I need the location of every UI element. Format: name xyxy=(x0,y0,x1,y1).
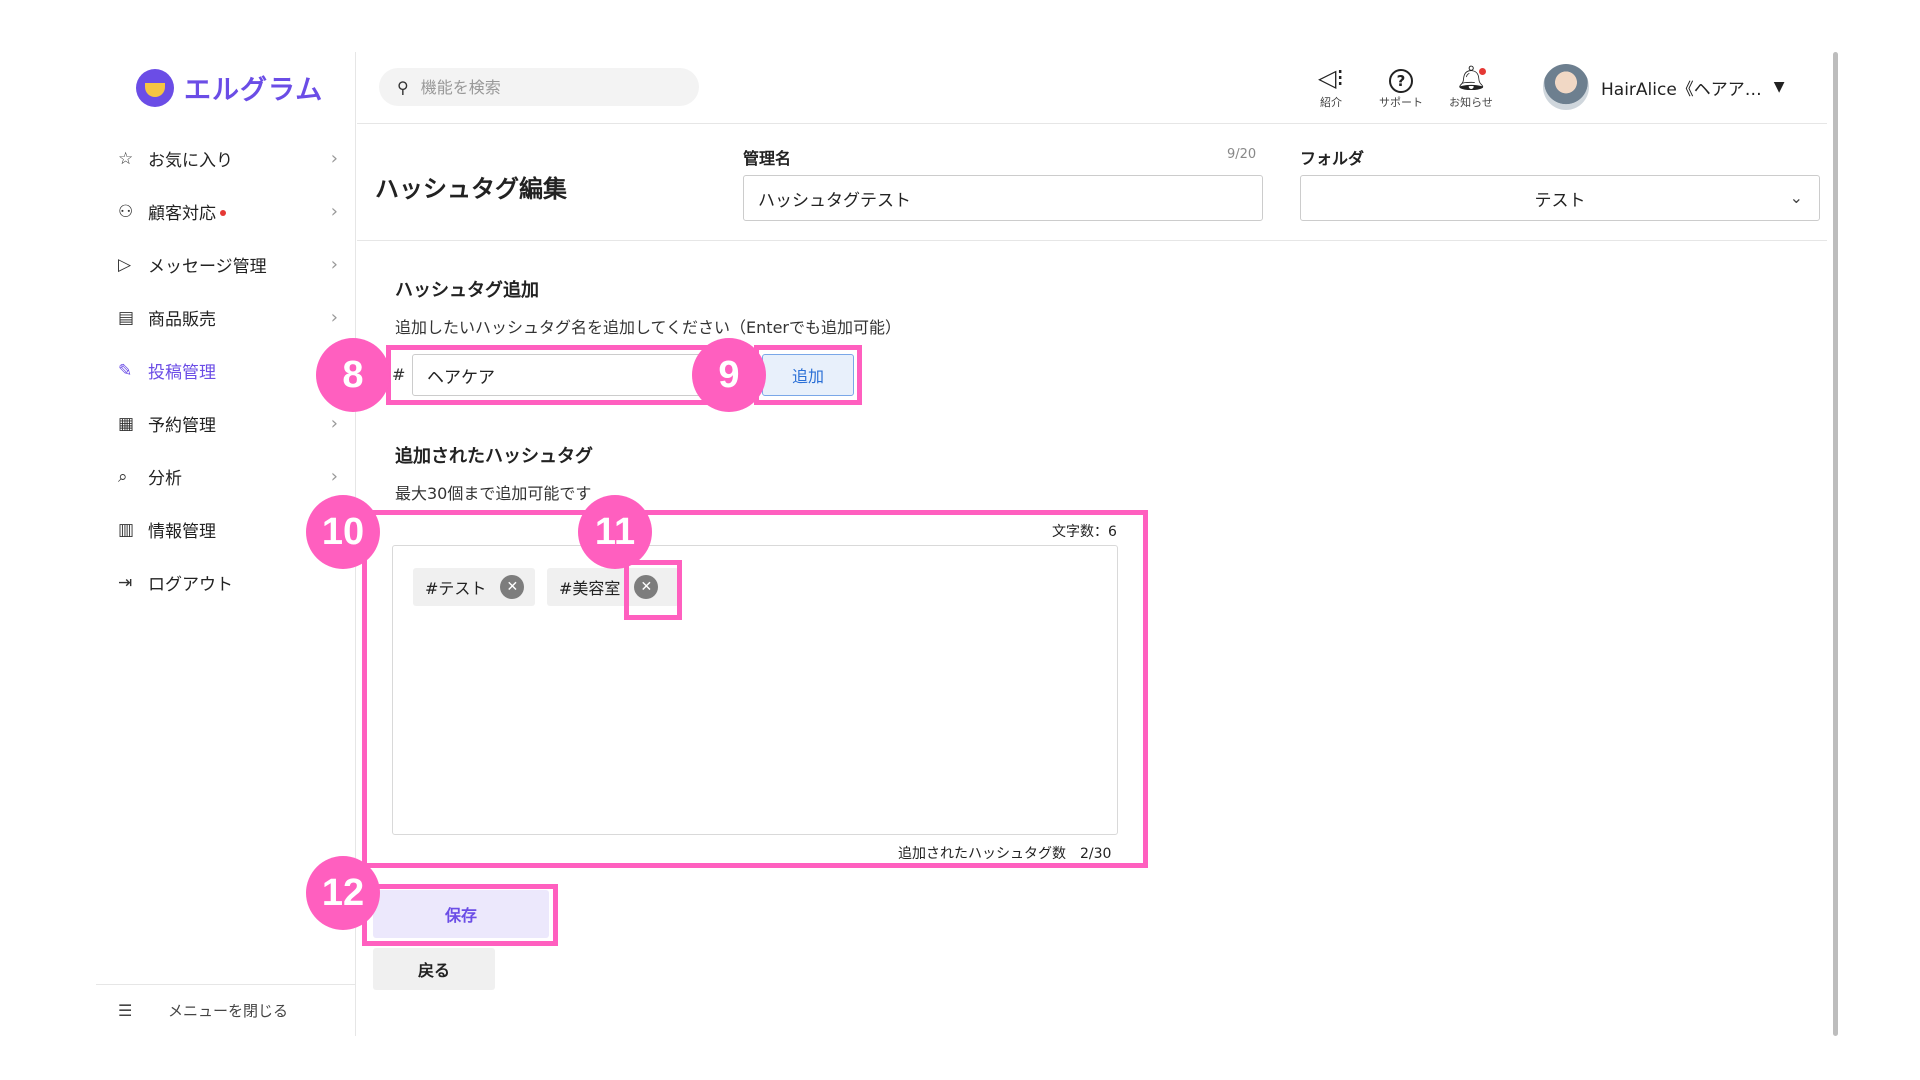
back-button[interactable]: 戻る xyxy=(373,948,495,990)
add-button[interactable]: 追加 xyxy=(762,354,854,396)
sidebar-item-favorites[interactable]: ☆ お気に入り › xyxy=(118,132,348,185)
help-icon: ? xyxy=(1371,62,1431,94)
hash-prefix: # xyxy=(392,365,406,384)
send-icon: ▷ xyxy=(118,254,132,275)
top-bar: ⚲ ◁⁝ 紹介 ? サポート 🔔︎ お知らせ HairAlice《ヘアア… ▼ xyxy=(357,52,1827,124)
close-menu-label: メニューを閉じる xyxy=(168,1002,289,1020)
close-menu-button[interactable]: ☰ メニューを閉じる xyxy=(96,984,356,1036)
sidebar-item-label: 予約管理 xyxy=(148,416,216,436)
sidebar-item-analysis[interactable]: ⌕ 分析 › xyxy=(118,450,348,503)
sidebar-item-label: 投稿管理 xyxy=(148,363,216,383)
remove-hashtag-icon[interactable]: ✕ xyxy=(500,575,525,599)
page-header: ハッシュタグ編集 管理名 9/20 フォルダ テスト ⌄ xyxy=(357,125,1827,241)
page-title: ハッシュタグ編集 xyxy=(375,175,567,203)
notice-label: お知らせ xyxy=(1449,96,1493,109)
search-icon: ⚲ xyxy=(397,77,409,97)
user-name: HairAlice《ヘアア… xyxy=(1601,79,1762,100)
calendar-icon: ▦ xyxy=(118,413,135,434)
hashtag-input[interactable] xyxy=(412,354,722,396)
hashtag-chip: #美容室 ✕ xyxy=(547,568,679,606)
add-section-help: 追加したいハッシュタグ名を追加してください（Enterでも追加可能） xyxy=(395,318,901,337)
chevron-right-icon: › xyxy=(330,148,338,169)
sidebar-item-info[interactable]: ▥ 情報管理 xyxy=(118,503,348,556)
sidebar-item-label: メッセージ管理 xyxy=(148,257,267,277)
chevron-right-icon: › xyxy=(330,201,338,222)
remove-hashtag-icon[interactable]: ✕ xyxy=(634,575,659,599)
name-input[interactable] xyxy=(743,175,1263,221)
bell-icon: 🔔︎ xyxy=(1455,64,1487,92)
chevron-right-icon: › xyxy=(330,413,338,434)
collapse-menu-icon: ☰ xyxy=(118,1001,133,1020)
logo-icon xyxy=(136,68,174,107)
edit-icon: ✎ xyxy=(118,360,133,381)
sidebar-item-label: お気に入り xyxy=(148,151,233,171)
megaphone-icon: ◁⁝ xyxy=(1317,64,1345,92)
hashtag-chip: #テスト ✕ xyxy=(413,568,535,606)
person-icon: ⚇ xyxy=(118,201,134,222)
store-icon: ▤ xyxy=(118,307,135,328)
sidebar-item-sales[interactable]: ▤ 商品販売 › xyxy=(118,291,348,344)
hashtag-count: 追加されたハッシュタグ数 2/30 xyxy=(898,846,1112,862)
name-label: 管理名 xyxy=(743,149,792,168)
support-button[interactable]: ? サポート xyxy=(1371,62,1431,110)
app-logo[interactable]: エルグラム xyxy=(136,68,323,107)
intro-label: 紹介 xyxy=(1320,96,1342,109)
sidebar-item-messages[interactable]: ▷ メッセージ管理 › xyxy=(118,238,348,291)
added-section-title: 追加されたハッシュタグ xyxy=(395,446,593,467)
support-label: サポート xyxy=(1379,96,1423,109)
search-bar[interactable]: ⚲ xyxy=(379,68,699,106)
folder-label: フォルダ xyxy=(1300,149,1365,168)
sidebar-item-customer[interactable]: ⚇ 顧客対応 › xyxy=(118,185,348,238)
bar-chart-icon: ▥ xyxy=(118,519,135,540)
sidebar-item-label: 分析 xyxy=(148,469,182,489)
sidebar-item-label: ログアウト xyxy=(148,575,233,595)
star-icon: ☆ xyxy=(118,148,134,169)
chevron-right-icon: › xyxy=(330,254,338,275)
name-counter: 9/20 xyxy=(1227,147,1257,162)
sidebar-item-reservations[interactable]: ▦ 予約管理 › xyxy=(118,397,348,450)
intro-button[interactable]: ◁⁝ 紹介 xyxy=(1301,62,1361,110)
hashtag-chip-label: #美容室 xyxy=(559,579,621,598)
sidebar-item-label: 商品販売 xyxy=(148,310,216,330)
folder-select[interactable]: テスト ⌄ xyxy=(1300,175,1820,221)
sidebar-item-label: 顧客対応 xyxy=(148,204,216,224)
sidebar-item-posts[interactable]: ✎ 投稿管理 xyxy=(118,344,348,397)
added-section-help: 最大30個まで追加可能です xyxy=(395,484,592,503)
sidebar-item-logout[interactable]: ⇥ ログアウト xyxy=(118,556,348,609)
sidebar-nav: ☆ お気に入り › ⚇ 顧客対応 › ▷ メッセージ管理 › ▤ 商品販売 › … xyxy=(118,132,348,609)
caret-down-icon: ▼ xyxy=(1773,79,1785,95)
user-menu[interactable]: HairAlice《ヘアア… ▼ xyxy=(1543,64,1785,110)
scrollbar[interactable] xyxy=(1833,52,1838,1036)
analysis-icon: ⌕ xyxy=(118,466,128,487)
avatar xyxy=(1543,64,1589,110)
logo-text: エルグラム xyxy=(184,75,324,106)
notification-dot xyxy=(220,209,226,216)
sidebar-item-label: 情報管理 xyxy=(148,522,216,542)
sidebar: エルグラム ☆ お気に入り › ⚇ 顧客対応 › ▷ メッセージ管理 › ▤ 商… xyxy=(96,52,356,1036)
notice-button[interactable]: 🔔︎ お知らせ xyxy=(1441,62,1501,110)
char-count: 文字数：6 xyxy=(1052,524,1117,540)
chevron-down-icon: ⌄ xyxy=(1789,188,1803,207)
hashtag-list: #テスト ✕ #美容室 ✕ xyxy=(392,545,1118,835)
chevron-right-icon: › xyxy=(330,466,338,487)
search-input[interactable] xyxy=(420,77,661,97)
save-button[interactable]: 保存 xyxy=(373,890,549,938)
chevron-right-icon: › xyxy=(330,307,338,328)
folder-value: テスト xyxy=(1534,190,1586,211)
add-section-title: ハッシュタグ追加 xyxy=(395,280,539,301)
hashtag-chip-label: #テスト xyxy=(425,579,487,598)
logout-icon: ⇥ xyxy=(118,572,133,593)
notification-dot xyxy=(1479,68,1486,75)
